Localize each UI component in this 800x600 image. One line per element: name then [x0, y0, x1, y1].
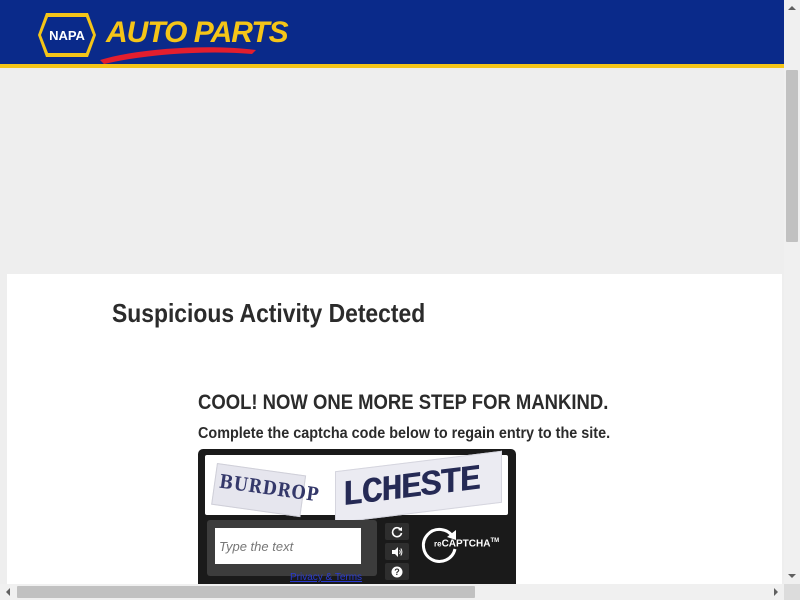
recaptcha-logo: reCAPTCHATM	[420, 525, 510, 573]
napa-logo-text: NAPA	[49, 28, 85, 43]
arrow-up-icon[interactable]	[784, 0, 800, 16]
arrow-left-icon[interactable]	[0, 584, 16, 600]
arrow-down-icon[interactable]	[784, 568, 800, 584]
vertical-scrollbar[interactable]	[784, 0, 800, 584]
privacy-terms-link[interactable]: Privacy & Terms	[290, 572, 362, 583]
audio-icon	[392, 546, 403, 557]
scrollbar-corner	[784, 584, 800, 600]
captcha-image: BURDROP LCHESTE	[205, 450, 508, 524]
horizontal-scroll-thumb[interactable]	[17, 586, 475, 598]
svg-text:?: ?	[394, 567, 400, 577]
step-heading: COOL! NOW ONE MORE STEP FOR MANKIND.	[198, 391, 609, 414]
refresh-icon	[391, 526, 403, 537]
recaptcha-text: CAPTCHA	[441, 538, 491, 550]
captcha-word-left: BURDROP	[211, 463, 321, 518]
captcha-word-right: LCHESTE	[335, 450, 502, 524]
instruction-text: Complete the captcha code below to regai…	[198, 425, 611, 442]
captcha-word-right-text: LCHESTE	[342, 458, 480, 517]
main-content: Suspicious Activity Detected COOL! NOW O…	[7, 274, 782, 584]
napa-logo[interactable]: NAPA	[38, 13, 96, 57]
arrow-right-icon[interactable]	[768, 584, 784, 600]
horizontal-scrollbar[interactable]	[0, 584, 784, 600]
recaptcha-label: reCAPTCHATM	[434, 538, 499, 549]
recaptcha-widget: BURDROP LCHESTE ?	[198, 449, 516, 584]
captcha-word-left-text: BURDROP	[217, 470, 321, 507]
site-header: NAPA AUTO PARTS	[0, 0, 784, 68]
reload-button[interactable]	[385, 523, 409, 540]
help-button[interactable]: ?	[385, 563, 409, 580]
captcha-input-panel	[207, 520, 377, 576]
captcha-response-input[interactable]	[215, 528, 361, 564]
recaptcha-prefix: re	[434, 539, 442, 549]
audio-button[interactable]	[385, 543, 409, 560]
vertical-scroll-thumb[interactable]	[786, 70, 798, 242]
recaptcha-trademark: TM	[490, 538, 500, 544]
help-icon: ?	[391, 566, 403, 577]
page-title: Suspicious Activity Detected	[112, 298, 426, 328]
brand-swoosh	[100, 47, 256, 64]
